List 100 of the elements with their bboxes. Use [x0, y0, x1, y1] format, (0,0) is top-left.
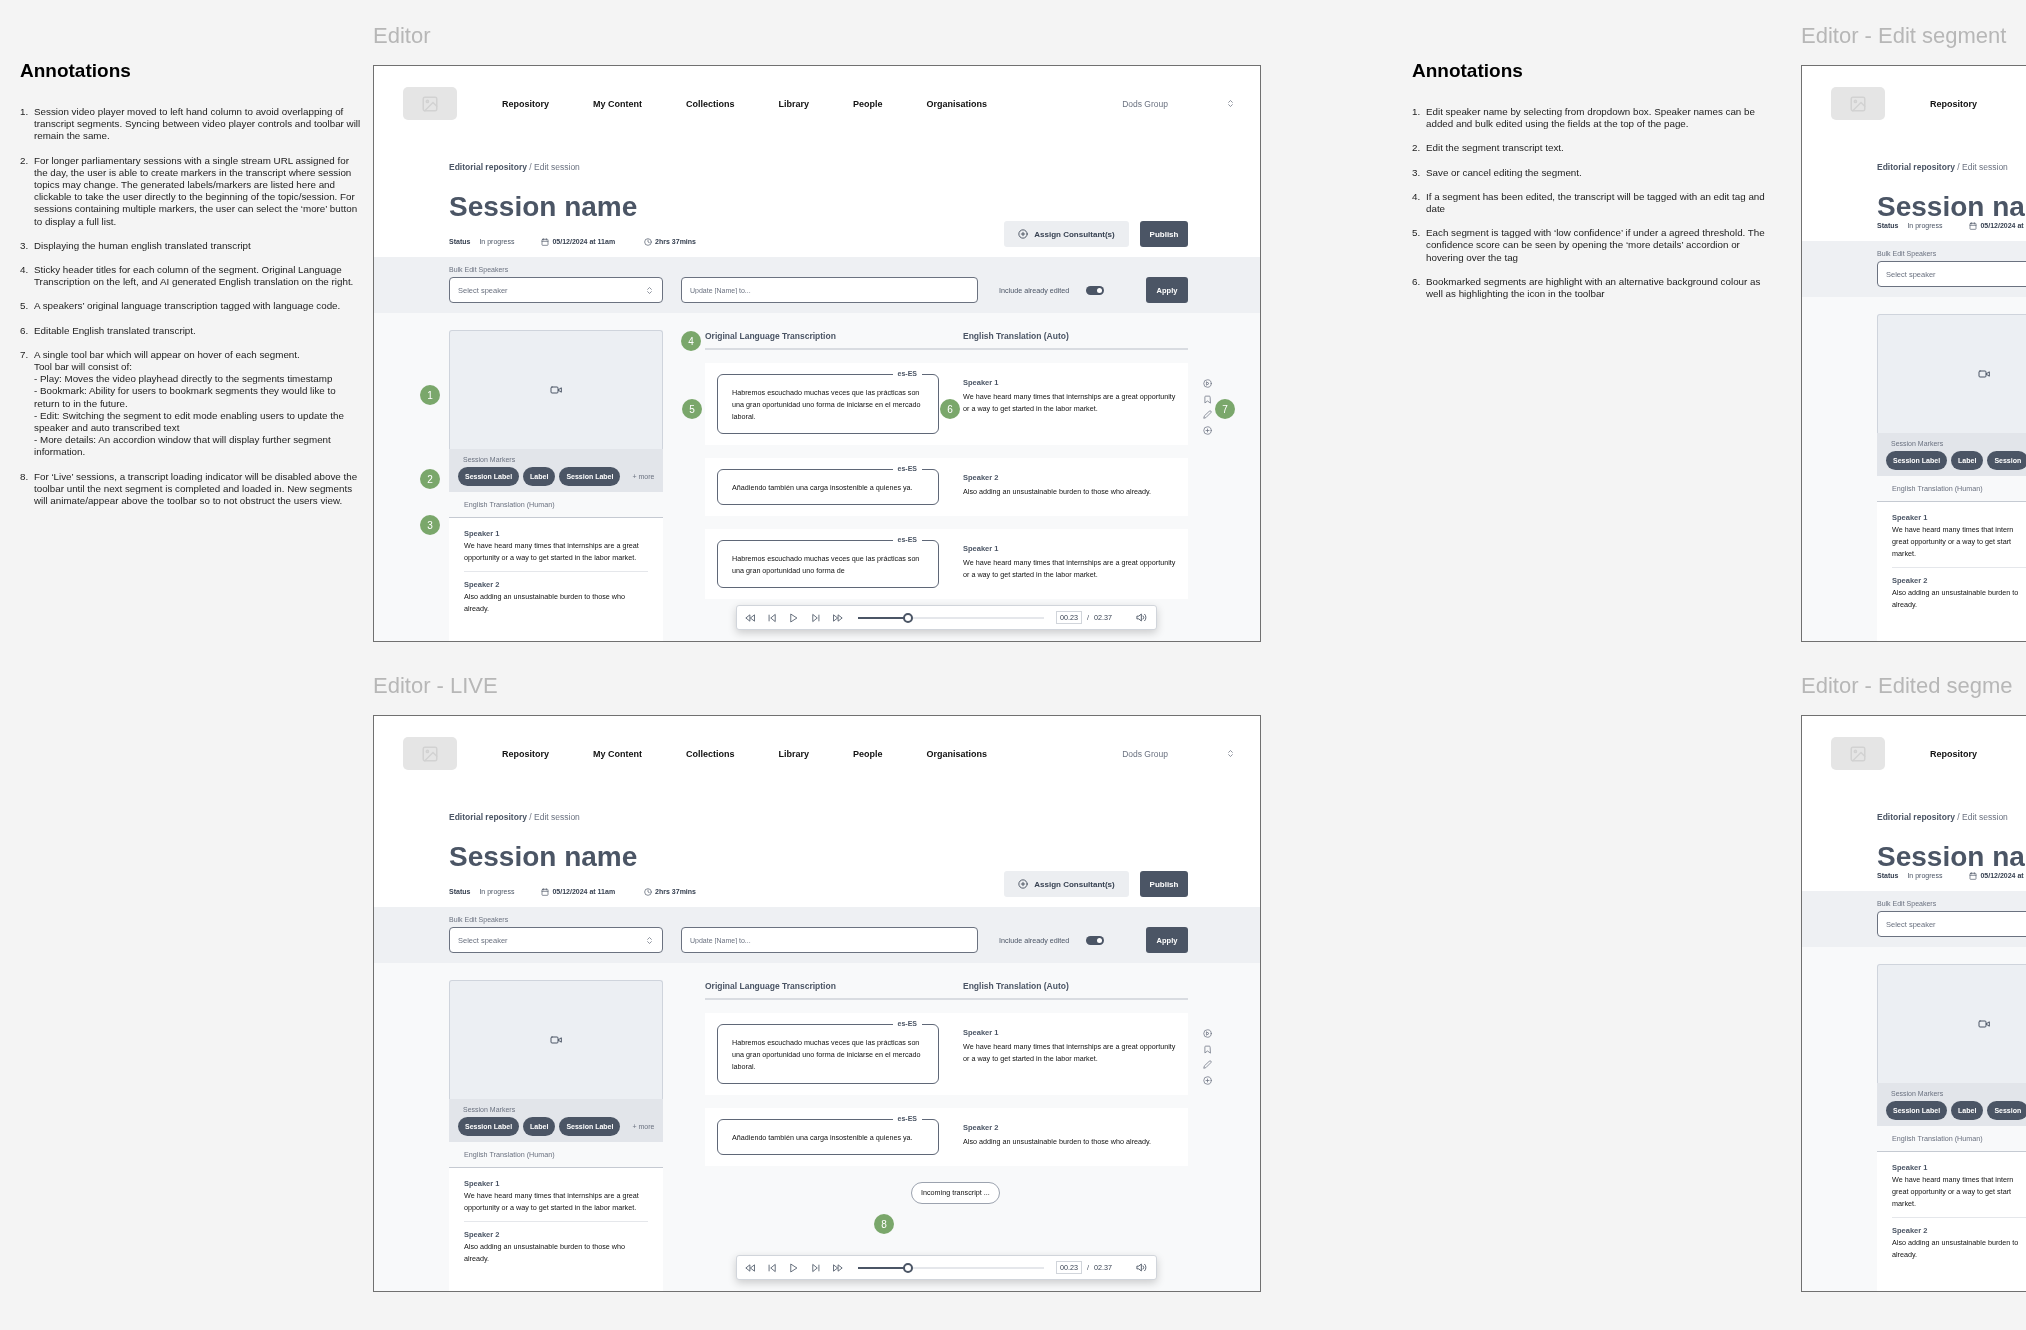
- bookmark-icon[interactable]: [1203, 394, 1212, 404]
- list-number: 4.: [20, 264, 30, 278]
- volume-icon[interactable]: [1136, 612, 1147, 623]
- fast-forward-icon[interactable]: [833, 612, 843, 623]
- list-number: 3.: [1412, 166, 1422, 179]
- breadcrumb: Editorial repository / Edit session: [1877, 811, 2009, 823]
- plus-circle-icon[interactable]: [1203, 1075, 1212, 1085]
- account-name[interactable]: Dods Group: [1122, 748, 1168, 759]
- video-camera-icon: [549, 384, 563, 396]
- include-edited-toggle[interactable]: [1086, 285, 1105, 295]
- skip-forward-icon[interactable]: [811, 1262, 821, 1273]
- frame-title: Editor - Edit segment: [1801, 23, 2008, 49]
- callout-number: 1: [420, 385, 440, 405]
- annotation-text: For longer parliamentary sessions with a single stream URL assigned for the day, the user is able to create markers in the transcript where session topics may change. The generated labels/markers are listed here and clickable to take the user directly to the beginning of the topic/session. For sessions containing multiple markers, the user can select the ‘more’ button to display a full list.: [34, 154, 359, 228]
- publish-button[interactable]: Publish: [1140, 871, 1188, 897]
- callout-number: 8: [874, 1214, 894, 1234]
- pencil-icon[interactable]: [1203, 1060, 1212, 1069]
- include-edited-toggle[interactable]: [1086, 935, 1105, 945]
- nav-link[interactable]: People: [853, 748, 883, 759]
- list-number: 2.: [1412, 142, 1422, 155]
- chevron-up-down-icon[interactable]: [1226, 99, 1235, 108]
- chevron-up-down-icon[interactable]: [1226, 749, 1235, 758]
- nav-link[interactable]: My Content: [593, 748, 642, 759]
- annotation-text: A single tool bar which will appear on hover of each segment. Tool bar will consist of: - Play: Moves the video playhead directly to the segments timestamp - Bookmark: Ability for users to bookmark segments they would like to return to in the future. - Edit: Switching the segment to edit mode enabling users to update the speaker and auto transcribed text - More details: An accordion window that will display further segment information.: [34, 348, 345, 459]
- annotation-text: Edit speaker name by selecting from dropdown box. Speaker names can be added and bulk edited using the fields at the top of the page.: [1426, 106, 1756, 131]
- volume-icon[interactable]: [1136, 1262, 1147, 1273]
- list-number: 1.: [1412, 106, 1422, 119]
- nav-link[interactable]: Library: [778, 98, 810, 109]
- list-number: 5.: [20, 300, 30, 313]
- list-number: 6.: [20, 324, 30, 337]
- nav-link[interactable]: Library: [778, 748, 810, 759]
- list-number: 7.: [20, 348, 30, 362]
- column-header: English Translation (Auto): [963, 980, 1070, 993]
- annotation-text: A speakers’ original language transcription tagged with language code.: [34, 300, 342, 313]
- breadcrumb: Editorial repository / Edit session: [449, 811, 581, 823]
- annotation-text: Bookmarked segments are highlight with an alternative background colour as well as highlighting the icon in the toolbar: [1426, 275, 1762, 301]
- callout-number: 5: [682, 399, 702, 419]
- callout-number: 2: [420, 469, 440, 489]
- annotation-text: For ‘Live’ sessions, a transcript loading indicator will be disabled above the toolbar until the next segment is completed and loaded in. New segments will animate/appear above the toolbar so to not obstruct the users view.: [34, 470, 359, 508]
- annotation-text: If a segment has been edited, the transcript will be tagged with an edit tag and date: [1426, 190, 1766, 216]
- frame-title: Editor - Edited segme: [1801, 673, 2014, 699]
- page-title: Session name: [449, 190, 639, 224]
- nav-link[interactable]: Collections: [686, 98, 735, 109]
- video-camera-icon: [1977, 368, 1991, 380]
- nav-link[interactable]: Repository: [502, 98, 549, 109]
- callout-number: 7: [1215, 399, 1235, 419]
- page-title: Session name: [449, 840, 639, 874]
- play-circle-icon[interactable]: [1203, 1029, 1212, 1038]
- callout-number: 4: [681, 331, 701, 351]
- calendar-icon: [541, 888, 550, 896]
- publish-button[interactable]: Publish: [1140, 221, 1188, 247]
- plus-circle-icon: [1018, 879, 1029, 889]
- calendar-icon: [541, 238, 550, 246]
- play-icon[interactable]: [789, 612, 799, 623]
- calendar-icon: [1969, 222, 1978, 230]
- nav-link[interactable]: Repository: [502, 748, 549, 759]
- fast-forward-icon[interactable]: [833, 1262, 843, 1273]
- nav-link[interactable]: People: [853, 98, 883, 109]
- skip-forward-icon[interactable]: [811, 612, 821, 623]
- play-circle-icon[interactable]: [1203, 379, 1212, 388]
- clock-icon: [644, 888, 653, 896]
- frame-title: Editor: [373, 23, 432, 49]
- annotation-text: Sticky header titles for each column of the segment. Original Language Transcription on the left, and AI generated English translation on the right.: [34, 264, 355, 289]
- annotation-text: Each segment is tagged with ‘low confidence’ if under a agreed threshold. The confidence score can be seen by opening the ‘more details’ accordion or hovering over the tag: [1426, 227, 1766, 264]
- annotations-heading: Annotations: [20, 59, 132, 83]
- page-title: Session na: [1877, 190, 2026, 223]
- chevron-up-down-icon: [645, 935, 654, 945]
- seek-slider[interactable]: [858, 1262, 1044, 1273]
- plus-circle-icon: [1018, 229, 1029, 239]
- nav-link[interactable]: Organisations: [926, 98, 988, 109]
- list-number: 6.: [1412, 275, 1422, 289]
- chevron-up-down-icon: [645, 285, 654, 295]
- annotations-heading: Annotations: [1412, 59, 1524, 83]
- skip-back-icon[interactable]: [767, 612, 777, 623]
- annotation-text: Save or cancel editing the segment.: [1426, 166, 1583, 179]
- annotation-text: Session video player moved to left hand column to avoid overlapping of transcript segments. Syncing between video player controls and toolbar will remain the same.: [34, 106, 362, 143]
- nav-link[interactable]: Repository: [1930, 98, 1977, 109]
- assign-button[interactable]: Assign Consultant(s): [1004, 871, 1129, 897]
- nav-link[interactable]: Organisations: [926, 748, 988, 759]
- calendar-icon: [1969, 872, 1978, 880]
- bookmark-icon[interactable]: [1203, 1044, 1212, 1054]
- nav-link[interactable]: Collections: [686, 748, 735, 759]
- seek-slider[interactable]: [858, 612, 1044, 623]
- rewind-icon[interactable]: [745, 1262, 755, 1273]
- annotation-text: Edit the segment transcript text.: [1426, 142, 1565, 155]
- list-number: 2.: [20, 154, 30, 168]
- account-name[interactable]: Dods Group: [1122, 98, 1168, 109]
- seek-thumb[interactable]: [903, 1262, 914, 1273]
- assign-button[interactable]: Assign Consultant(s): [1004, 221, 1129, 247]
- list-number: 5.: [1412, 227, 1422, 241]
- skip-back-icon[interactable]: [767, 1262, 777, 1273]
- list-number: 3.: [20, 239, 30, 253]
- play-icon[interactable]: [789, 1262, 799, 1273]
- seek-thumb[interactable]: [903, 612, 914, 623]
- breadcrumb: Editorial repository / Edit session: [449, 161, 581, 173]
- rewind-icon[interactable]: [745, 612, 755, 623]
- nav-link[interactable]: My Content: [593, 98, 642, 109]
- plus-circle-icon[interactable]: [1203, 425, 1212, 435]
- nav-link[interactable]: Repository: [1930, 748, 1977, 759]
- pencil-icon[interactable]: [1203, 410, 1212, 419]
